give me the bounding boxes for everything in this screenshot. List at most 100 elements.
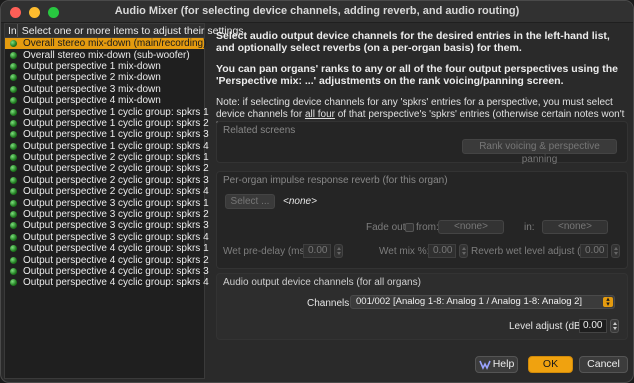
list-item-label: Output perspective 3 cyclic group: spkrs…	[23, 231, 209, 243]
active-indicator-icon[interactable]	[10, 268, 17, 275]
help-button[interactable]: Help	[475, 356, 518, 373]
list-item[interactable]: Output perspective 2 cyclic group: spkrs…	[5, 186, 209, 197]
window-title: Audio Mixer (for selecting device channe…	[114, 5, 520, 17]
level-adjust-stepper[interactable]	[610, 319, 619, 333]
fade-from-select[interactable]: <none>	[438, 220, 504, 234]
column-header-in[interactable]: In	[5, 24, 18, 37]
related-screens-group: Related screens Rank voicing & perspecti…	[216, 121, 628, 165]
list-item[interactable]: Output perspective 3 cyclic group: spkrs…	[5, 220, 209, 231]
active-indicator-icon[interactable]	[10, 222, 17, 230]
list-item[interactable]: Output perspective 4 cyclic group: spkrs…	[5, 254, 209, 266]
fade-in-select[interactable]: <none>	[542, 220, 608, 234]
list-item[interactable]: Overall stereo mix-down (main/recording)	[5, 38, 207, 50]
select-reverb-button[interactable]: Select ...	[225, 194, 275, 209]
list-item[interactable]: Output perspective 2 mix-down	[5, 72, 204, 83]
list-item-label: Output perspective 4 mix-down	[23, 95, 161, 107]
list-item-label: Output perspective 1 cyclic group: spkrs…	[23, 140, 209, 152]
list-item[interactable]: Output perspective 1 cyclic group: spkrs…	[5, 129, 209, 140]
active-indicator-icon[interactable]	[10, 245, 17, 253]
active-indicator-icon[interactable]	[10, 97, 17, 105]
audio-mixer-window: Audio Mixer (for selecting device channe…	[0, 0, 634, 383]
wet-predelay-field[interactable]: 0.00	[303, 244, 331, 258]
related-screens-label: Related screens	[223, 125, 296, 136]
wet-predelay-stepper[interactable]	[334, 244, 343, 258]
level-adjust-label: Level adjust (dB):	[509, 321, 587, 332]
list-item-label: Output perspective 4 cyclic group: spkrs…	[23, 277, 209, 289]
list-item-label: Output perspective 3 cyclic group: spkrs…	[23, 197, 209, 209]
fade-out-checkbox[interactable]	[405, 223, 414, 232]
list-item[interactable]: Output perspective 2 cyclic group: spkrs…	[5, 152, 209, 163]
list-item[interactable]: Output perspective 4 cyclic group: spkrs…	[5, 243, 209, 254]
help-icon	[478, 360, 491, 370]
active-indicator-icon[interactable]	[10, 108, 17, 116]
wet-mix-stepper[interactable]	[459, 244, 468, 258]
ok-button[interactable]: OK	[528, 356, 573, 373]
info-paragraph-1: Select audio output device channels for …	[216, 30, 610, 54]
list-item[interactable]: Overall stereo mix-down (sub-woofer)	[5, 49, 204, 61]
list-item-label: Overall stereo mix-down (sub-woofer)	[23, 49, 190, 61]
list-item[interactable]: Output perspective 4 mix-down	[5, 95, 204, 106]
list-item[interactable]: Output perspective 1 cyclic group: spkrs…	[5, 141, 209, 152]
list-item[interactable]: Output perspective 1 mix-down	[5, 61, 204, 72]
active-indicator-icon[interactable]	[10, 176, 17, 184]
list-item-label: Output perspective 1 cyclic group: spkrs…	[23, 117, 209, 129]
active-indicator-icon[interactable]	[10, 85, 17, 93]
list-item[interactable]: Output perspective 4 cyclic group: spkrs…	[5, 277, 209, 288]
active-indicator-icon[interactable]	[10, 142, 17, 150]
list-item[interactable]: Output perspective 3 cyclic group: spkrs…	[5, 232, 209, 243]
output-list[interactable]: In Select one or more items to adjust th…	[4, 23, 244, 379]
wet-mix-field[interactable]: 0.00	[428, 244, 456, 258]
wet-predelay-label: Wet pre-delay (ms):	[223, 246, 311, 257]
list-item[interactable]: Output perspective 4 cyclic group: spkrs…	[5, 266, 209, 277]
list-item[interactable]: Output perspective 2 cyclic group: spkrs…	[5, 175, 209, 186]
list-item[interactable]: Output perspective 1 cyclic group: spkrs…	[5, 106, 209, 118]
list-item[interactable]: Output perspective 2 cyclic group: spkrs…	[5, 163, 209, 174]
active-indicator-icon[interactable]	[10, 279, 17, 287]
list-item-label: Output perspective 3 mix-down	[23, 83, 161, 95]
active-indicator-icon[interactable]	[10, 165, 17, 173]
list-item[interactable]: Output perspective 3 mix-down	[5, 84, 204, 95]
wet-level-field[interactable]: 0.00	[580, 244, 608, 258]
list-item-label: Output perspective 1 mix-down	[23, 60, 161, 72]
list-item-label: Output perspective 1 cyclic group: spkrs…	[23, 129, 209, 141]
wet-level-stepper[interactable]	[611, 244, 620, 258]
list-item-label: Overall stereo mix-down (main/recording)	[23, 38, 207, 50]
reverb-label: Per-organ impulse response reverb (for t…	[223, 175, 448, 186]
reverb-group: Per-organ impulse response reverb (for t…	[216, 171, 628, 269]
list-item-label: Output perspective 2 cyclic group: spkrs…	[23, 174, 209, 186]
active-indicator-icon[interactable]	[10, 119, 17, 127]
list-item[interactable]: Output perspective 1 cyclic group: spkrs…	[5, 118, 209, 129]
level-adjust-field[interactable]: 0.00	[579, 319, 607, 333]
active-indicator-icon[interactable]	[10, 74, 17, 82]
active-indicator-icon[interactable]	[10, 199, 17, 207]
help-button-label: Help	[492, 358, 515, 370]
list-item-label: Output perspective 2 cyclic group: spkrs…	[23, 152, 209, 164]
list-item[interactable]: Output perspective 3 cyclic group: spkrs…	[5, 209, 209, 220]
active-indicator-icon[interactable]	[10, 131, 17, 139]
active-indicator-icon[interactable]	[10, 256, 17, 264]
active-indicator-icon[interactable]	[10, 154, 17, 162]
output-channels-group: Audio output device channels (for all or…	[216, 273, 628, 340]
channels-label: Channels:	[307, 298, 353, 309]
list-item-label: Output perspective 3 cyclic group: spkrs…	[23, 220, 209, 232]
list-item-label: Output perspective 4 cyclic group: spkrs…	[23, 243, 209, 255]
active-indicator-icon[interactable]	[10, 188, 17, 196]
active-indicator-icon[interactable]	[10, 51, 17, 59]
column-header-description[interactable]: Select one or more items to adjust their…	[18, 25, 244, 37]
channels-select[interactable]: 001/002 [Analog 1-8: Analog 1 / Analog 1…	[350, 295, 615, 309]
list-item[interactable]: Output perspective 3 cyclic group: spkrs…	[5, 197, 209, 209]
active-indicator-icon[interactable]	[10, 211, 17, 219]
title-bar[interactable]: Audio Mixer (for selecting device channe…	[1, 1, 633, 23]
list-header: In Select one or more items to adjust th…	[5, 24, 244, 38]
active-indicator-icon[interactable]	[10, 40, 17, 48]
rank-voicing-button[interactable]: Rank voicing & perspective panning	[462, 139, 617, 165]
active-indicator-icon[interactable]	[10, 62, 17, 70]
reverb-current-value: <none>	[283, 196, 317, 207]
output-channels-label: Audio output device channels (for all or…	[223, 277, 421, 288]
list-item-label: Output perspective 3 cyclic group: spkrs…	[23, 209, 209, 221]
list-item-label: Output perspective 2 cyclic group: spkrs…	[23, 163, 209, 175]
cancel-button[interactable]: Cancel	[579, 356, 628, 373]
active-indicator-icon[interactable]	[10, 233, 17, 241]
from-label: from:	[416, 222, 439, 233]
list-item-label: Output perspective 2 mix-down	[23, 72, 161, 84]
